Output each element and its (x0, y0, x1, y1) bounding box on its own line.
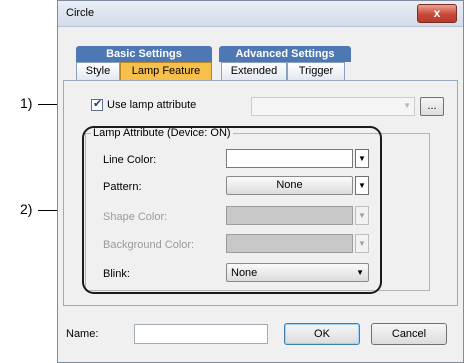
device-combo[interactable]: ▼ (251, 97, 415, 116)
tab-group-basic-settings[interactable]: Basic Settings (76, 46, 212, 62)
tab-group-advanced-settings[interactable]: Advanced Settings (219, 46, 351, 62)
name-label: Name: (66, 328, 99, 340)
tab-extended[interactable]: Extended (221, 62, 287, 80)
title-bar: Circle x (58, 1, 463, 27)
checkmark-icon: ✔ (93, 98, 103, 110)
use-lamp-attribute-checkbox[interactable]: ✔ (91, 98, 103, 111)
name-input[interactable] (134, 324, 268, 344)
tab-lamp-feature[interactable]: Lamp Feature (120, 62, 212, 80)
callout-2-highlight (82, 126, 382, 294)
chevron-down-icon: ▼ (403, 101, 411, 110)
window-title: Circle (66, 7, 95, 19)
browse-device-button[interactable]: ... (420, 97, 444, 116)
tab-trigger[interactable]: Trigger (287, 62, 345, 80)
cancel-button[interactable]: Cancel (371, 323, 447, 345)
close-button[interactable]: x (417, 4, 457, 23)
ok-button[interactable]: OK (284, 323, 360, 345)
use-lamp-attribute-label: Use lamp attribute (107, 99, 197, 111)
callout-1: 1) (20, 95, 33, 111)
tab-style[interactable]: Style (76, 62, 120, 80)
callout-2: 2) (20, 201, 33, 217)
close-icon: x (433, 6, 441, 20)
